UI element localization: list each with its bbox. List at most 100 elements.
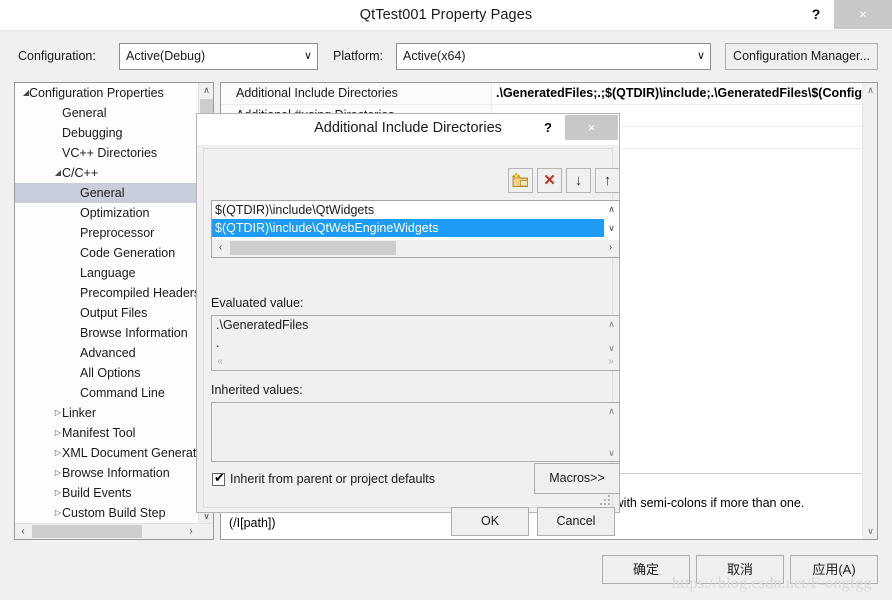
scroll-right-icon[interactable]: ›	[183, 524, 199, 539]
configuration-tree[interactable]: ◢ Configuration Properties General Debuggin…	[14, 82, 214, 540]
close-icon[interactable]: ×	[834, 0, 892, 29]
tree-item-label: All Options	[80, 366, 141, 380]
tree-item-custom-build-step[interactable]: ▷ Custom Build Step	[15, 503, 198, 523]
macros-button[interactable]: Macros>>	[534, 463, 620, 494]
tree-item-configuration-properties[interactable]: ◢ Configuration Properties	[15, 83, 198, 103]
tree-item-label: Debugging	[62, 126, 123, 140]
tree-item-xml-document-generator[interactable]: ▷ XML Document Generator	[15, 443, 198, 463]
scroll-up-icon[interactable]: ∧	[604, 201, 619, 218]
tree-item-code-generation[interactable]: Code Generation	[15, 243, 198, 263]
scroll-right-icon[interactable]: »	[603, 355, 619, 369]
list-vertical-scrollbar[interactable]: ∧ ∨	[604, 201, 619, 239]
evaluated-horizontal-scrollbar[interactable]: « »	[212, 355, 619, 370]
tree-item-label: VC++ Directories	[62, 146, 158, 160]
dialog-cancel-button[interactable]: Cancel	[537, 507, 615, 536]
property-name: Additional Include Directories	[221, 83, 491, 105]
inherited-values-label: Inherited values:	[211, 383, 303, 397]
tree-item-command-line[interactable]: Command Line	[15, 383, 198, 403]
configuration-select[interactable]: Active(Debug) ∨	[119, 43, 318, 70]
tree-item-browse-information[interactable]: Browse Information	[15, 323, 198, 343]
chevron-down-icon: ∨	[696, 50, 705, 62]
tree-item-optimization[interactable]: Optimization	[15, 203, 198, 223]
tree-item-label: Code Generation	[80, 246, 176, 260]
arrow-down-icon: ↓	[574, 172, 583, 189]
list-item[interactable]: $(QTDIR)\include\QtWidgets	[212, 201, 619, 219]
platform-select[interactable]: Active(x64) ∨	[396, 43, 711, 70]
tree-item-general[interactable]: General	[15, 183, 198, 203]
dialog-help-icon[interactable]: ?	[535, 115, 561, 140]
scroll-right-icon[interactable]: ›	[602, 240, 619, 256]
tree-item-debugging[interactable]: Debugging	[15, 123, 198, 143]
evaluated-value-line: .	[216, 336, 220, 350]
scroll-left-icon[interactable]: «	[212, 355, 228, 369]
resize-grip[interactable]	[598, 493, 610, 505]
scroll-down-icon[interactable]: ∨	[863, 524, 877, 539]
tree-item-vc-directories[interactable]: VC++ Directories	[15, 143, 198, 163]
dialog-close-icon[interactable]: ×	[565, 115, 618, 140]
evaluated-value-label: Evaluated value:	[211, 296, 304, 310]
tree-item-c-c[interactable]: ◢ C/C++	[15, 163, 198, 183]
inherited-vertical-scrollbar[interactable]: ∧ ∨	[604, 403, 619, 461]
scroll-up-icon[interactable]: ∧	[604, 316, 619, 332]
tree-item-label: Advanced	[80, 346, 136, 360]
move-up-button[interactable]: ↑	[595, 168, 620, 193]
tree-item-manifest-tool[interactable]: ▷ Manifest Tool	[15, 423, 198, 443]
delete-x-icon: ✕	[543, 172, 556, 189]
tree-item-all-options[interactable]: All Options	[15, 363, 198, 383]
platform-label: Platform:	[333, 49, 384, 63]
tree-item-preprocessor[interactable]: Preprocessor	[15, 223, 198, 243]
tree-item-build-events[interactable]: ▷ Build Events	[15, 483, 198, 503]
tree-item-label: Configuration Properties	[29, 86, 164, 100]
delete-button[interactable]: ✕	[537, 168, 562, 193]
chevron-down-icon: ∨	[303, 50, 312, 62]
tree-item-label: Optimization	[80, 206, 150, 220]
checkbox-box: ✔	[212, 471, 225, 486]
tree-item-browse-information[interactable]: ▷ Browse Information	[15, 463, 198, 483]
property-pages-window: QtTest001 Property Pages ? × Configurati…	[0, 0, 892, 600]
list-horizontal-scrollbar[interactable]: ‹ ›	[212, 240, 619, 257]
new-line-button[interactable]	[508, 168, 533, 193]
evaluated-vertical-scrollbar[interactable]: ∧ ∨	[604, 316, 619, 356]
scroll-left-icon[interactable]: ‹	[212, 240, 229, 256]
scrollbar-thumb[interactable]	[32, 525, 142, 538]
tree-item-output-files[interactable]: Output Files	[15, 303, 198, 323]
inherited-values-box[interactable]: ∧ ∨	[211, 402, 620, 462]
tree-item-linker[interactable]: ▷ Linker	[15, 403, 198, 423]
apply-button[interactable]: 应用(A)	[790, 555, 878, 584]
scroll-up-icon[interactable]: ∧	[604, 403, 619, 419]
help-icon[interactable]: ?	[801, 0, 831, 29]
tree-item-advanced[interactable]: Advanced	[15, 343, 198, 363]
tree-item-label: Linker	[62, 406, 97, 420]
cancel-button[interactable]: 取消	[696, 555, 784, 584]
property-grid-scrollbar[interactable]: ∧ ∨	[862, 83, 877, 539]
property-value[interactable]: .\GeneratedFiles;.;$(QTDIR)\include;.\Ge…	[491, 83, 862, 105]
tree-item-label: Command Line	[80, 386, 165, 400]
tree-item-general[interactable]: General	[15, 103, 198, 123]
scrollbar-thumb[interactable]	[230, 241, 396, 255]
configuration-manager-button[interactable]: Configuration Manager...	[725, 43, 878, 70]
move-down-button[interactable]: ↓	[566, 168, 591, 193]
scroll-up-icon[interactable]: ∧	[863, 83, 877, 98]
tree-item-label: Build Events	[62, 486, 132, 500]
arrow-up-icon: ↑	[603, 172, 612, 189]
configuration-label: Configuration:	[18, 49, 96, 63]
tree-item-precompiled-headers[interactable]: Precompiled Headers	[15, 283, 198, 303]
tree-item-label: Output Files	[80, 306, 148, 320]
ok-button[interactable]: 确定	[602, 555, 690, 584]
additional-include-directories-dialog: Additional Include Directories ? × ✕ ↓ ↑…	[196, 113, 620, 536]
tree-horizontal-scrollbar[interactable]: ‹ ›	[15, 523, 213, 539]
scroll-down-icon[interactable]: ∨	[604, 340, 619, 356]
scroll-left-icon[interactable]: ‹	[15, 524, 31, 539]
scroll-down-icon[interactable]: ∨	[604, 445, 619, 461]
new-folder-icon	[512, 172, 528, 187]
include-directories-list[interactable]: $(QTDIR)\include\QtWidgets $(QTDIR)\inclu…	[211, 200, 620, 258]
evaluated-value-box[interactable]: .\GeneratedFiles. ∧ ∨ « »	[211, 315, 620, 371]
scroll-down-icon[interactable]: ∨	[604, 220, 619, 237]
dialog-ok-button[interactable]: OK	[451, 507, 529, 536]
list-item[interactable]: $(QTDIR)\include\QtWebEngineWidgets	[212, 219, 619, 237]
tree-item-language[interactable]: Language	[15, 263, 198, 283]
property-row[interactable]: Additional Include Directories .\Generate…	[221, 83, 862, 105]
configuration-tree-list: ◢ Configuration Properties General Debuggin…	[15, 83, 198, 523]
scroll-up-icon[interactable]: ∧	[199, 83, 213, 98]
tree-item-label: Language	[80, 266, 136, 280]
